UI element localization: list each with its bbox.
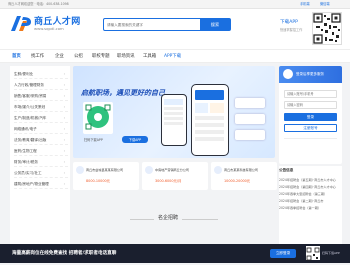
company-logo-icon: [76, 166, 84, 174]
banner-qr-icon: [83, 102, 113, 134]
avatar: [283, 69, 293, 79]
company-name: 商丘市虞城县某某有限公司: [86, 168, 124, 172]
company-logo-icon: [214, 166, 222, 174]
chevron-right-icon: ›: [63, 127, 65, 131]
category-item[interactable]: 公务员/实习/社工 ›: [14, 168, 68, 178]
news-item[interactable]: 2024年春季大型招聘会（第三期）: [279, 191, 342, 196]
floating-card: [235, 98, 265, 108]
chevron-right-icon: ›: [63, 116, 65, 120]
download-app-title[interactable]: 下载APP: [280, 19, 298, 25]
divider: [284, 138, 337, 139]
salary-text: 10000-20000元: [224, 179, 251, 183]
category-item[interactable]: 市场/媒介/公关策划 ›: [14, 102, 68, 112]
category-item[interactable]: 生产/制造/机械/汽车 ›: [14, 113, 68, 123]
job-card[interactable]: 中房地产营销商丘分公司 3000-6000元/月: [142, 162, 208, 190]
job-card[interactable]: 商丘市虞城县某某有限公司 8000-10000元: [73, 162, 139, 190]
news-title: 公告信息: [279, 168, 294, 172]
nav-jobs[interactable]: 找工作: [31, 50, 44, 63]
salary-text: 3000-6000元/月: [155, 179, 182, 183]
chevron-right-icon: ›: [63, 160, 65, 164]
company-logo-icon: [145, 166, 153, 174]
banner-download-button[interactable]: 下载APP: [122, 136, 148, 143]
logo-icon[interactable]: [9, 13, 33, 33]
chevron-right-icon: ›: [63, 105, 65, 109]
company-name: 中房地产营销商丘分公司: [155, 168, 190, 172]
floating-card: [235, 130, 265, 140]
banner-qr-caption: 扫码下载APP: [84, 138, 103, 142]
chevron-right-icon: ›: [63, 138, 65, 142]
chevron-right-icon: ›: [63, 171, 65, 175]
search-input[interactable]: [107, 20, 199, 30]
chevron-right-icon: ›: [63, 182, 65, 186]
chevron-right-icon: ›: [63, 72, 65, 76]
company-name: 商丘市某某科技有限公司: [224, 168, 259, 172]
chevron-right-icon: ›: [63, 83, 65, 87]
username-field[interactable]: [284, 90, 337, 98]
main-nav: 首页 找工作 企业 公招 职校专题 职场资讯 工具箱 APP下载: [0, 49, 350, 63]
header: 商丘人才网 www.sqpdi.com 搜索 下载APP 快速掌握招工作: [0, 9, 350, 49]
promo-qr-icon: [306, 246, 320, 261]
login-welcome: 登录后享更多服务: [296, 72, 324, 76]
phone-mockup-main-icon: [191, 84, 229, 156]
register-button[interactable]: 注册账号: [284, 124, 337, 132]
top-utility-bar: 商丘人才网欢迎您 · 电话：400-638-1098 手机端 微信端: [0, 0, 350, 9]
login-button[interactable]: 登录: [284, 113, 337, 121]
category-item[interactable]: 生鲜/便利业 ›: [14, 69, 68, 79]
search-button[interactable]: 搜索: [200, 19, 230, 30]
site-url: www.sqpdi.com: [34, 26, 64, 31]
phone-mockup-icon: [161, 94, 187, 146]
news-item[interactable]: 2024年春季招聘会（第一期）: [279, 205, 342, 210]
promo-app-text: 扫码下载APP: [322, 251, 340, 255]
promo-text: 海量高薪岗位在线免费查找 招聘者/求职者电话直聊: [12, 251, 117, 256]
nav-public-recruit[interactable]: 公招: [74, 50, 83, 63]
nav-companies[interactable]: 企业: [55, 50, 64, 63]
floating-card: [235, 114, 265, 124]
nav-toolbox[interactable]: 工具箱: [143, 50, 156, 63]
nav-vocational[interactable]: 职校专题: [92, 50, 110, 63]
chevron-right-icon: ›: [63, 94, 65, 98]
category-item[interactable]: 医药/生物工程 ›: [14, 146, 68, 156]
news-item[interactable]: 2024年招聘会（第四期）·商丘市人才中心: [279, 184, 342, 189]
job-card[interactable]: 商丘市某某科技有限公司 10000-20000元: [211, 162, 277, 190]
nav-career-news[interactable]: 职场资讯: [117, 50, 135, 63]
nav-home[interactable]: 首页: [12, 50, 21, 63]
category-item[interactable]: 建筑/房地产/物业管理 ›: [14, 179, 68, 189]
bottom-promo-bar: 海量高薪岗位在线免费查找 招聘者/求职者电话直聊 立即登录 扫码下载APP: [0, 244, 350, 263]
section-title: 名企招聘: [154, 214, 183, 221]
qr-code-icon: [312, 12, 342, 45]
search-box: 搜索: [103, 18, 231, 31]
mobile-link[interactable]: 手机端: [300, 0, 310, 9]
category-item[interactable]: 销售/客服/采购/贸易 ›: [14, 91, 68, 101]
category-sidebar: 生鲜/便利业 › 人力行政/管理财务 › 销售/客服/采购/贸易 › 市场/媒介/公关…: [10, 66, 70, 246]
news-item[interactable]: 2024年招聘会（第五期）·商丘市人才中心: [279, 177, 342, 182]
category-item[interactable]: 财务/审计/税务 ›: [14, 157, 68, 167]
nav-app-download[interactable]: APP下载: [164, 50, 181, 63]
news-item[interactable]: 2024年招聘会（第二期）·商丘市: [279, 198, 342, 203]
download-app-sub: 快速掌握招工作: [280, 28, 303, 32]
welcome-text: 商丘人才网欢迎您 · 电话：400-638-1098: [8, 2, 69, 6]
banner-headline: 启航职场，遇见更好的自己: [81, 89, 165, 97]
category-item[interactable]: 网络通讯/电子 ›: [14, 124, 68, 134]
salary-text: 8000-10000元: [86, 179, 111, 183]
category-item[interactable]: 人力行政/管理财务 ›: [14, 80, 68, 90]
promo-login-button[interactable]: 立即登录: [270, 249, 296, 258]
promo-banner[interactable]: 启航职场，遇见更好的自己 扫码下载APP 下载APP: [73, 66, 275, 158]
login-panel: 登录后享更多服务 登录 注册账号: [279, 66, 342, 164]
category-item[interactable]: 法务/教育/翻译/出版 ›: [14, 135, 68, 145]
chevron-right-icon: ›: [63, 149, 65, 153]
password-field[interactable]: [284, 101, 337, 109]
login-header: 登录后享更多服务: [279, 66, 342, 83]
wechat-link[interactable]: 微信端: [320, 0, 330, 9]
